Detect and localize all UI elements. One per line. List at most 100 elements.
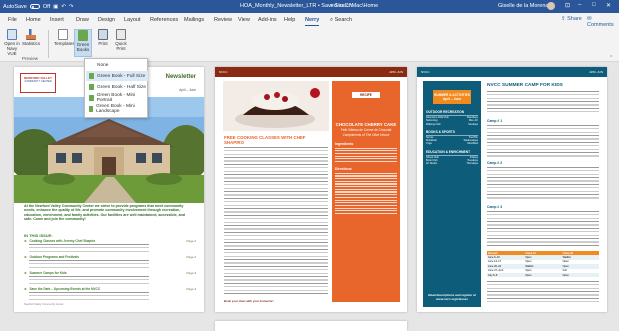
tab-search-label: Search bbox=[334, 17, 353, 23]
issue-page: Page 4 bbox=[186, 287, 196, 291]
tab-layout[interactable]: Layout bbox=[124, 17, 141, 23]
green-books-button[interactable]: Green Books bbox=[74, 29, 92, 57]
print-button[interactable]: Print bbox=[94, 29, 112, 57]
table-cell: June 20–24 bbox=[488, 264, 502, 268]
share-button[interactable]: ⇪ Share bbox=[561, 16, 582, 22]
sidebar-row-name: Yoga bbox=[426, 142, 432, 146]
open-icon bbox=[7, 29, 17, 40]
page-3-header-left: NVCC bbox=[421, 70, 430, 74]
table-header-cell: Session bbox=[488, 251, 498, 255]
dropdown-item-full-size[interactable]: Green Book - Full Size bbox=[86, 71, 148, 81]
ingredient-line bbox=[335, 147, 397, 149]
arrow-right-icon: ► bbox=[24, 271, 28, 275]
collapse-ribbon-icon[interactable]: ⌃ bbox=[609, 55, 613, 61]
dropdown-item-none[interactable]: None bbox=[86, 60, 148, 70]
sidebar-row-when: Sundays bbox=[468, 122, 478, 126]
tab-insert[interactable]: Insert bbox=[50, 17, 64, 23]
search-box[interactable]: ⌕ Search bbox=[330, 3, 352, 10]
direction-line bbox=[335, 210, 397, 212]
preview-group-label: Preview bbox=[22, 56, 39, 61]
page-3: NVCC APR–JUN SUMMER & ACTIVITIES April –… bbox=[417, 67, 607, 312]
autosave-state: Off bbox=[42, 3, 51, 10]
save-icon[interactable]: ▣ bbox=[53, 4, 58, 10]
title-bar: AutoSave Off ▣ ↶ ↷ HOA_Monthly_Newslette… bbox=[0, 0, 619, 13]
recipe-badge: RECIPE bbox=[352, 92, 380, 98]
group-divider bbox=[48, 30, 49, 58]
issue-item: ► Cooking Classes with Jeremy Chef Shapi… bbox=[24, 239, 196, 252]
quick-print-button[interactable]: Quick Print bbox=[112, 29, 130, 57]
logo-line-2: COMMUNITY CENTER bbox=[24, 80, 52, 83]
share-label: Share bbox=[567, 16, 582, 22]
quick-print-icon bbox=[116, 29, 126, 40]
open-in-navy-vue-button[interactable]: Open in Navy VUE bbox=[3, 29, 21, 57]
camp-3-heading: Camp # 3 bbox=[487, 205, 503, 209]
user-name[interactable]: Giselle de la Morena bbox=[498, 3, 548, 9]
camp-1-body bbox=[487, 125, 599, 157]
tab-review[interactable]: Review bbox=[214, 17, 232, 23]
green-book-icon bbox=[89, 106, 94, 112]
ribbon-display-icon[interactable]: ⊡ bbox=[565, 2, 570, 9]
tab-file[interactable]: File bbox=[8, 17, 17, 23]
dropdown-item-label: Green Book - Mini Landscape bbox=[96, 104, 135, 114]
close-icon[interactable]: ✕ bbox=[606, 2, 611, 9]
direction-line bbox=[335, 196, 397, 198]
arrow-right-icon: ► bbox=[24, 287, 28, 291]
table-cell: Open bbox=[525, 260, 532, 264]
tab-references[interactable]: References bbox=[150, 17, 178, 23]
templates-button[interactable]: Templates bbox=[54, 29, 75, 57]
printer-icon bbox=[98, 29, 108, 40]
autosave-label: AutoSave bbox=[3, 3, 27, 10]
page-2-header-right: APR–JUN bbox=[389, 70, 403, 74]
open-in-navy-vue-label: Open in Navy VUE bbox=[4, 41, 20, 56]
document-title: HOA_Monthly_Newsletter_LTR • Saved to C:… bbox=[240, 3, 379, 9]
issue-title: Outdoor Programs and Festivals bbox=[29, 255, 79, 259]
sidebar-row: Art Studio Thursdays bbox=[426, 162, 478, 165]
issue-title: Cooking Classes with Jeremy Chef Shapiro bbox=[29, 239, 96, 243]
statistics-button[interactable]: Statistics bbox=[22, 29, 40, 57]
tab-help[interactable]: Help bbox=[284, 17, 295, 23]
page-2-header: NVCC APR–JUN bbox=[215, 67, 407, 77]
table-cell: Open bbox=[562, 273, 569, 277]
cooking-classes-title: FREE COOKING CLASSES WITH CHEF SHAPIRO bbox=[224, 135, 306, 145]
tab-view[interactable]: View bbox=[238, 17, 250, 23]
tab-design[interactable]: Design bbox=[98, 17, 115, 23]
avatar[interactable] bbox=[547, 2, 555, 10]
recipe-box: RECIPE CHOCOLATE CHERRY CAKE Petit Gâtea… bbox=[332, 81, 400, 302]
recipe-subtitle: Petit Gâteau de Creme de Chocolat bbox=[340, 128, 392, 132]
templates-icon bbox=[58, 29, 68, 40]
maximize-icon[interactable]: □ bbox=[592, 2, 596, 8]
chart-icon bbox=[26, 29, 36, 40]
table-cell: Open bbox=[525, 273, 532, 277]
menu-bar: File Home Insert Draw Design Layout Refe… bbox=[0, 13, 619, 28]
direction-line bbox=[335, 172, 397, 174]
dropdown-item-label: Green Book - Mini Portrait bbox=[96, 93, 136, 103]
print-label: Print bbox=[98, 41, 108, 46]
camp-2-body bbox=[487, 167, 599, 201]
autosave-toggle[interactable] bbox=[29, 4, 40, 9]
tab-home[interactable]: Home bbox=[26, 17, 41, 23]
sidebar-row-when: Thursdays bbox=[466, 162, 478, 166]
dropdown-item-mini-portrait[interactable]: Green Book - Mini Portrait bbox=[86, 93, 148, 103]
tab-nerry[interactable]: Nerry bbox=[305, 17, 320, 26]
dropdown-item-mini-landscape[interactable]: Green Book - Mini Landscape bbox=[86, 104, 148, 114]
search-placeholder: Search bbox=[334, 3, 353, 9]
dropdown-item-half-size[interactable]: Green Book - Half Size bbox=[86, 82, 148, 92]
green-book-icon bbox=[89, 84, 94, 90]
ribbon: Open in Navy VUE Statistics Templates Gr… bbox=[0, 26, 619, 62]
undo-icon[interactable]: ↶ bbox=[61, 4, 66, 10]
direction-line bbox=[335, 212, 397, 215]
in-this-issue-heading: IN THIS ISSUE: bbox=[24, 233, 53, 238]
tab-add-ins[interactable]: Add-ins bbox=[258, 17, 277, 23]
page-2: NVCC APR–JUN RECIPE CHOCOLATE CHERRY CAK… bbox=[215, 67, 407, 312]
ingredient-line bbox=[335, 160, 397, 163]
table-cell: Open bbox=[525, 256, 532, 260]
camp-schedule-table: Session Camp #1 Camp #2 June 6–10 Open W… bbox=[487, 251, 599, 278]
green-books-label: Green Books bbox=[76, 42, 90, 52]
tab-search[interactable]: ⌕ Search bbox=[330, 17, 352, 24]
minimize-icon[interactable]: – bbox=[578, 2, 581, 8]
redo-icon[interactable]: ↷ bbox=[69, 4, 74, 10]
table-cell: Waitlist bbox=[562, 256, 571, 260]
tab-draw[interactable]: Draw bbox=[76, 17, 89, 23]
tab-mailings[interactable]: Mailings bbox=[184, 17, 204, 23]
green-book-icon bbox=[89, 95, 94, 101]
